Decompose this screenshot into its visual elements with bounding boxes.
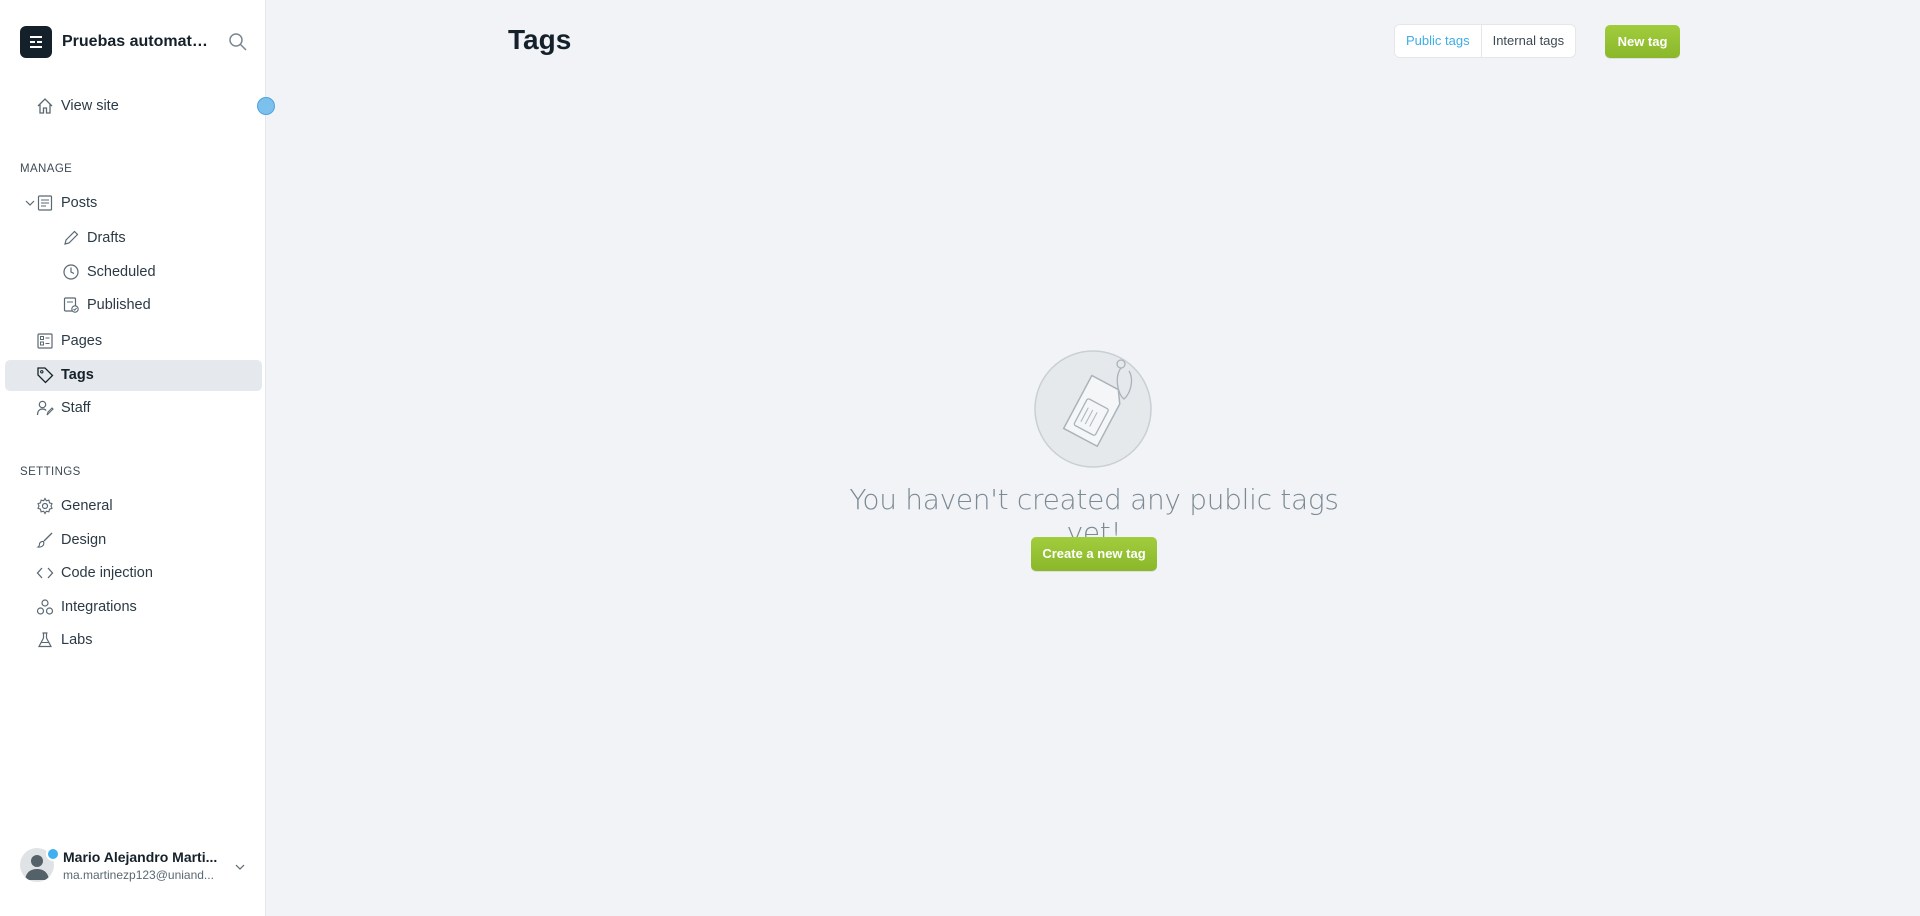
nav-code-injection-label: Code injection	[61, 565, 153, 581]
search-icon[interactable]	[228, 32, 248, 52]
tag-type-toggle: Public tags Internal tags	[1395, 25, 1576, 57]
nav-integrations-label: Integrations	[61, 599, 137, 615]
status-badge	[46, 847, 60, 861]
nav-staff-label: Staff	[61, 400, 91, 416]
nav-pages-label: Pages	[61, 333, 103, 349]
empty-tags-illustration	[1034, 347, 1154, 469]
staff-icon	[36, 399, 54, 417]
nav-view-site-label: View site	[61, 98, 119, 114]
nav-general-label: General	[61, 498, 113, 514]
user-name: Mario Alejandro Marti...	[63, 849, 218, 865]
gear-icon	[36, 497, 54, 515]
posts-icon	[36, 194, 54, 212]
tab-public-tags[interactable]: Public tags	[1395, 25, 1482, 57]
nav-labs-label: Labs	[61, 632, 93, 648]
manage-header: MANAGE	[20, 163, 73, 175]
settings-header: SETTINGS	[20, 466, 81, 478]
nav-tags-label: Tags	[61, 367, 94, 383]
nav-published[interactable]: Published	[5, 290, 262, 321]
nav-scheduled[interactable]: Scheduled	[5, 257, 262, 288]
brand-name: Pruebas automatiz...	[62, 33, 212, 50]
nav-drafts[interactable]: Drafts	[5, 223, 262, 254]
nav-general[interactable]: General	[5, 491, 262, 522]
pencil-icon	[62, 229, 80, 247]
nav-posts-label: Posts	[61, 195, 98, 211]
tab-internal-tags[interactable]: Internal tags	[1481, 25, 1576, 57]
nav-drafts-label: Drafts	[87, 230, 126, 246]
nav-view-site[interactable]: View site	[5, 91, 262, 122]
nav-design-label: Design	[61, 532, 107, 548]
create-tag-button[interactable]: Create a new tag	[1031, 537, 1157, 571]
nav-code-injection[interactable]: Code injection	[5, 558, 262, 589]
notification-dot[interactable]	[257, 97, 275, 115]
user-email: ma.martinezp123@uniand...	[63, 868, 214, 882]
tag-icon	[36, 366, 54, 384]
clock-icon	[62, 263, 80, 281]
nav-pages[interactable]: Pages	[5, 326, 262, 357]
nav-posts[interactable]: Posts	[5, 188, 262, 219]
site-icon	[30, 36, 42, 48]
brand-logo	[20, 26, 52, 58]
new-tag-button[interactable]: New tag	[1605, 25, 1680, 58]
home-icon	[36, 97, 54, 115]
published-icon	[62, 296, 80, 314]
chevron-down-icon[interactable]	[24, 197, 36, 209]
nav-staff[interactable]: Staff	[5, 393, 262, 424]
code-icon	[36, 564, 54, 582]
nav-design[interactable]: Design	[5, 525, 262, 556]
nav-scheduled-label: Scheduled	[87, 264, 156, 280]
brand[interactable]: Pruebas automatiz...	[20, 26, 212, 58]
sidebar: Pruebas automatiz... View site MANAGE Po…	[0, 0, 275, 916]
nav-labs[interactable]: Labs	[5, 625, 262, 656]
user-menu[interactable]: Mario Alejandro Marti... ma.martinezp123…	[20, 847, 255, 888]
integrations-icon	[36, 598, 54, 616]
brush-icon	[36, 531, 54, 549]
page-title: Tags	[508, 24, 572, 55]
pages-icon	[36, 332, 54, 350]
nav-integrations[interactable]: Integrations	[5, 592, 262, 623]
nav-published-label: Published	[87, 297, 151, 313]
chevron-down-icon[interactable]	[234, 860, 246, 872]
nav-tags[interactable]: Tags	[5, 360, 262, 391]
flask-icon	[36, 631, 54, 649]
